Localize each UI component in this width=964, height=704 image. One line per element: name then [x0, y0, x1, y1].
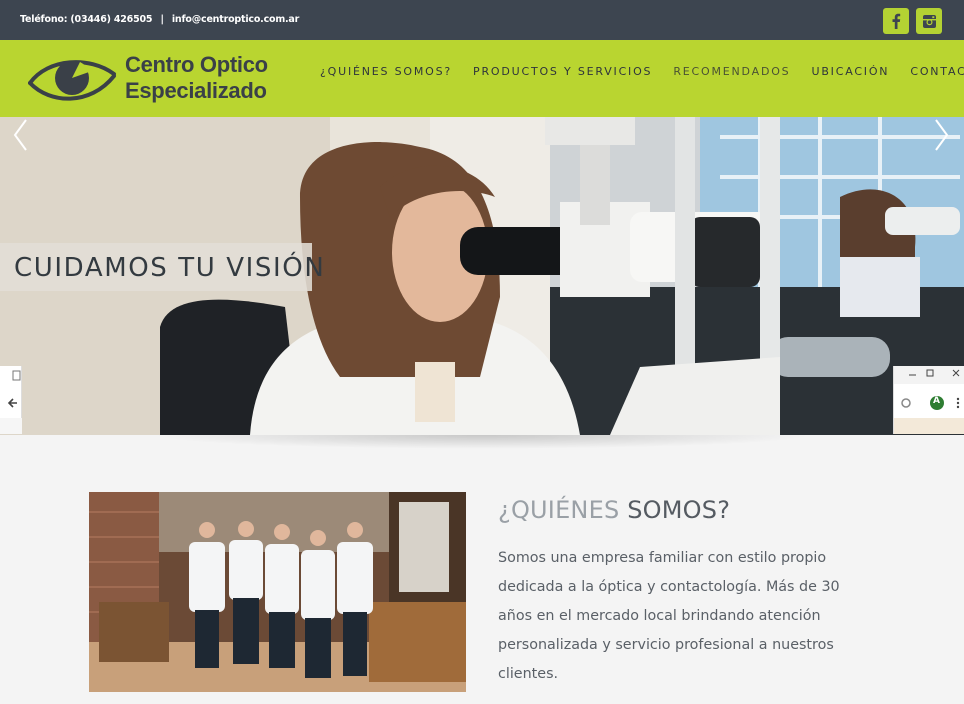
site-header: Centro Optico Especializado ¿QUIÉNES SOM… — [0, 40, 964, 117]
top-bar: Teléfono: (03446) 426505 | info@centropt… — [0, 0, 964, 40]
contact-separator: | — [160, 14, 164, 25]
chevron-left-icon[interactable] — [10, 117, 32, 153]
hero-caption: CUIDAMOS TU VISIÓN — [0, 243, 324, 291]
team-photo — [89, 492, 466, 692]
nav-recomendados[interactable]: RECOMENDADOS — [673, 65, 790, 78]
brand-name[interactable]: Centro Optico Especializado — [125, 52, 268, 104]
main-nav: ¿QUIÉNES SOMOS? PRODUCTOS Y SERVICIOS RE… — [320, 65, 964, 78]
facebook-icon — [892, 13, 901, 29]
instagram-icon — [922, 14, 936, 28]
browser-window-fragment-right: A — [893, 366, 964, 434]
contact-info: Teléfono: (03446) 426505 | info@centropt… — [20, 14, 299, 25]
about-title-part2: SOMOS? — [627, 496, 731, 524]
about-text: Somos una empresa familiar con estilo pr… — [498, 550, 840, 682]
profile-avatar-letter[interactable]: A — [933, 396, 940, 406]
brand-line-2: Especializado — [125, 78, 267, 103]
instagram-button[interactable] — [916, 8, 942, 34]
browser-controls — [894, 366, 964, 434]
nav-contacto[interactable]: CONTACTO — [910, 65, 964, 78]
about-title-part1: ¿QUIÉNES — [498, 496, 620, 524]
browser-window-fragment-left — [0, 366, 22, 434]
hero-slider: CUIDAMOS TU VISIÓN — [0, 117, 964, 435]
email-link[interactable]: info@centroptico.com.ar — [172, 14, 299, 25]
brand-line-1: Centro Optico — [125, 52, 268, 77]
nav-productos-servicios[interactable]: PRODUCTOS Y SERVICIOS — [473, 65, 652, 78]
chevron-right-icon[interactable] — [930, 117, 952, 153]
phone-text: Teléfono: (03446) 426505 — [20, 14, 153, 25]
team-image — [89, 492, 466, 692]
facebook-button[interactable] — [883, 8, 909, 34]
hero-shadow — [150, 435, 814, 449]
nav-ubicacion[interactable]: UBICACIÓN — [811, 65, 889, 78]
back-arrow-icon[interactable] — [0, 366, 22, 434]
nav-quienes-somos[interactable]: ¿QUIÉNES SOMOS? — [320, 65, 452, 78]
about-title: ¿QUIÉNES SOMOS? — [498, 496, 730, 524]
eye-logo-icon[interactable] — [28, 52, 118, 106]
